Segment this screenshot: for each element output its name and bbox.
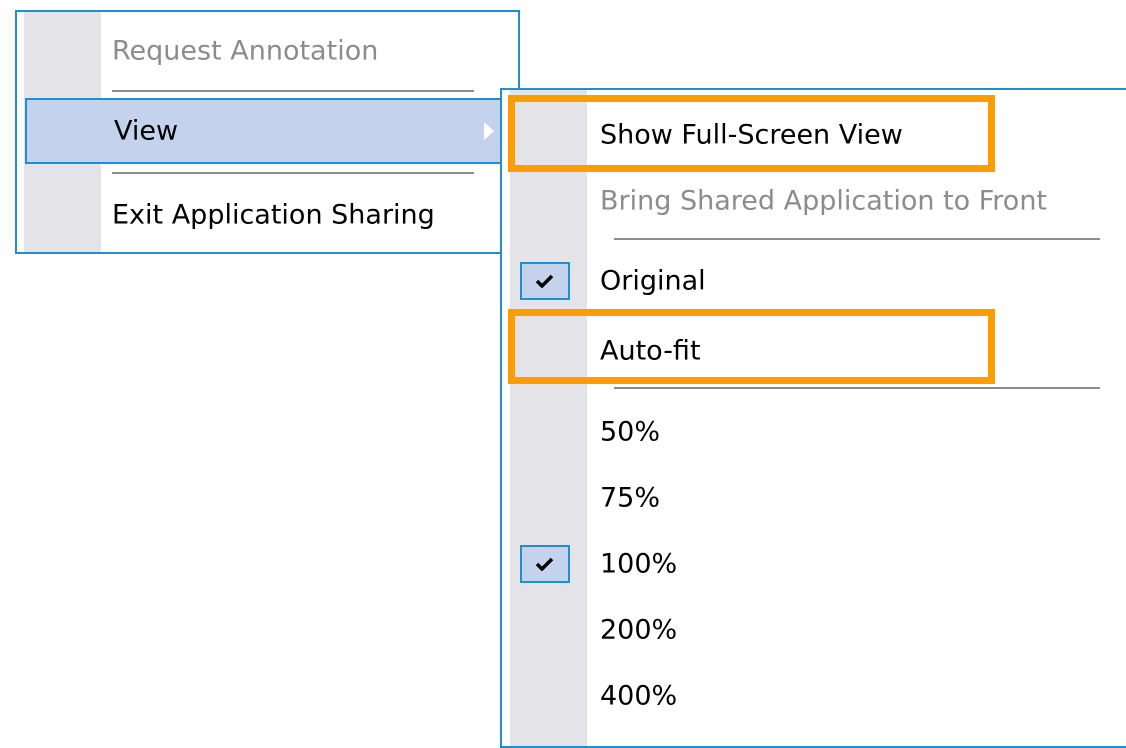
menu-item-label: 200% <box>600 614 678 646</box>
menu-separator <box>614 387 1100 389</box>
menu-item-exit-application-sharing[interactable]: Exit Application Sharing <box>17 182 518 248</box>
menu-item-label: Bring Shared Application to Front <box>600 185 1048 217</box>
menu-item-auto-fit[interactable]: Auto-fit <box>502 316 1126 386</box>
menu-item-request-annotation[interactable]: Request Annotation <box>17 16 518 86</box>
menu-separator <box>112 172 474 174</box>
menu-item-label: View <box>114 115 179 147</box>
menu-item-label: Request Annotation <box>112 35 379 67</box>
application-sharing-menu: Request Annotation View Exit Application… <box>15 10 520 254</box>
menu-item-label: 50% <box>600 416 661 448</box>
menu-separator <box>112 90 474 92</box>
menu-item-label: Auto-fit <box>600 335 701 367</box>
chevron-right-icon <box>484 122 494 140</box>
menu-item-zoom-100[interactable]: 100% <box>502 530 1126 598</box>
view-submenu: Show Full-Screen View Bring Shared Appli… <box>500 88 1126 748</box>
menu-item-label: 100% <box>600 548 678 580</box>
menu-item-label: 400% <box>600 680 678 712</box>
menu-item-zoom-50[interactable]: 50% <box>502 398 1126 466</box>
menu-item-zoom-200[interactable]: 200% <box>502 596 1126 664</box>
menu-separator <box>614 238 1100 240</box>
menu-item-label: Exit Application Sharing <box>112 199 435 231</box>
menu-item-view[interactable]: View <box>25 98 502 164</box>
menu-item-bring-shared-application-to-front[interactable]: Bring Shared Application to Front <box>502 166 1126 236</box>
menu-item-zoom-400[interactable]: 400% <box>502 662 1126 730</box>
menu-item-original[interactable]: Original <box>502 246 1126 316</box>
menu-item-label: 75% <box>600 482 661 514</box>
menu-item-zoom-75[interactable]: 75% <box>502 464 1126 532</box>
menu-item-label: Show Full-Screen View <box>600 119 903 151</box>
menu-item-show-full-screen-view[interactable]: Show Full-Screen View <box>502 100 1126 170</box>
menu-item-label: Original <box>600 265 706 297</box>
